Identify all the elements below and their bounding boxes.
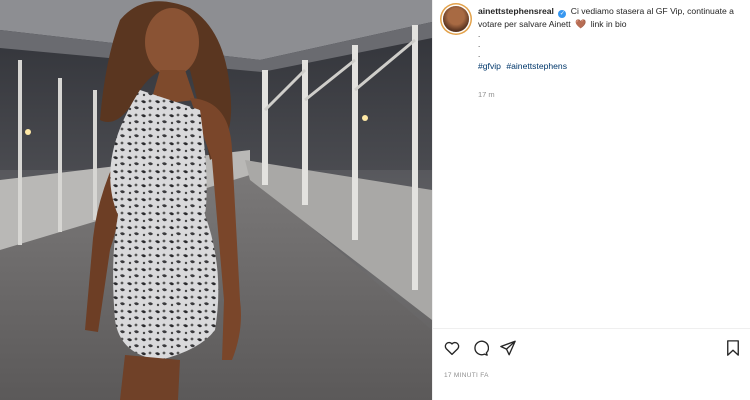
hashtags: #gfvip #ainettstephens — [478, 60, 744, 72]
caption-row: ainettstephensreal ✓ Ci vediamo stasera … — [443, 5, 744, 72]
actions-bar: 17 MINUTI FA — [433, 328, 750, 400]
brown-heart-emoji: 🤎 — [575, 19, 587, 29]
caption-dot: . — [478, 30, 481, 39]
comment-bubble-icon[interactable] — [471, 339, 489, 357]
hashtag-link[interactable]: #ainettstephens — [506, 61, 567, 71]
bookmark-icon[interactable] — [724, 339, 742, 357]
paper-plane-icon[interactable] — [499, 339, 517, 357]
action-buttons — [443, 339, 517, 357]
avatar[interactable] — [443, 6, 469, 32]
hashtag-link[interactable]: #gfvip — [478, 61, 501, 71]
verified-badge-icon: ✓ — [558, 10, 567, 18]
caption-dots: . . . — [478, 30, 744, 60]
heart-outline-icon[interactable] — [443, 339, 461, 357]
caption-suffix: link in bio — [590, 19, 627, 29]
post-photo — [0, 0, 432, 400]
caption-dot: . — [478, 40, 481, 49]
username-link[interactable]: ainettstephensreal — [478, 6, 554, 16]
post-image[interactable] — [0, 0, 432, 400]
post-timestamp[interactable]: 17 MINUTI FA — [444, 372, 489, 379]
post-panel: ainettstephensreal ✓ Ci vediamo stasera … — [432, 0, 750, 400]
caption: ainettstephensreal ✓ Ci vediamo stasera … — [478, 5, 744, 72]
caption-dot: . — [478, 50, 481, 59]
caption-time: 17 m — [478, 90, 495, 99]
